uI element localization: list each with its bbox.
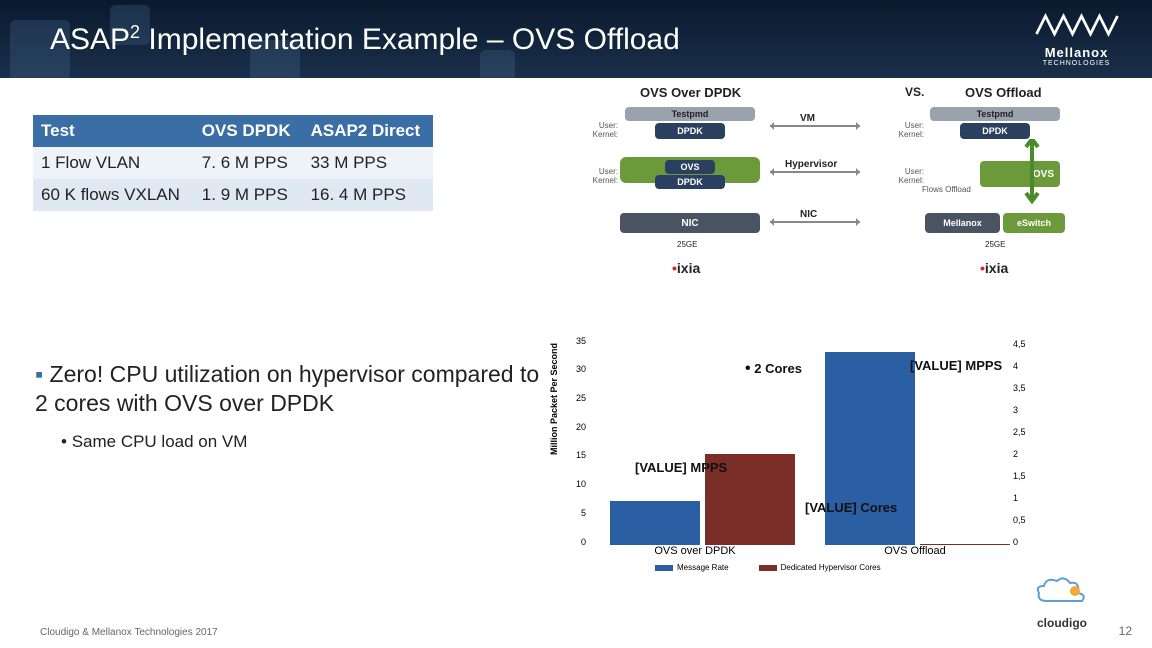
chart-ylabel: Million Packet Per Second [549,343,559,455]
architecture-diagram: OVS Over DPDK VS. OVS Offload Testpmd DP… [560,85,1080,325]
ixia-logo-left: •ixia [672,260,700,276]
diag-right-title: OVS Offload [965,85,1042,100]
bar-msg-rate-offload [825,352,915,545]
legend-item: Dedicated Hypervisor Cores [759,563,881,572]
logo-subtext: TECHNOLOGIES [1019,60,1134,67]
table-row: 1 Flow VLAN 7. 6 M PPS 33 M PPS [33,147,433,179]
diag-left-title: OVS Over DPDK [640,85,741,100]
lbl-vm: VM [800,113,815,124]
ixia-logo-right: •ixia [980,260,1008,276]
box-dpdk-r: DPDK [960,123,1030,139]
lbl-user3: User:Kernel: [882,121,924,139]
box-eswitch: eSwitch [1003,213,1065,233]
logo-text: Mellanox [1019,45,1134,60]
chart-cat-1: OVS over DPDK [620,545,770,557]
title-bar: ASAP2 Implementation Example – OVS Offlo… [0,0,1152,78]
page-number: 12 [1119,624,1132,638]
diag-vs: VS. [905,85,924,99]
lbl-nic: NIC [800,209,817,220]
bullet-main: Zero! CPU utilization on hypervisor comp… [35,360,555,418]
box-dpdk2: DPDK [655,175,725,189]
page-title: ASAP2 Implementation Example – OVS Offlo… [50,22,680,57]
footer-text: Cloudigo & Mellanox Technologies 2017 [40,627,218,638]
th-test: Test [33,115,194,147]
box-testpmd-r: Testpmd [930,107,1060,121]
arrow-icon [770,221,860,223]
th-asap2: ASAP2 Direct [303,115,433,147]
title-part1: ASAP [50,23,130,56]
box-mellanox: Mellanox [925,213,1000,233]
chart-legend: Message Rate Dedicated Hypervisor Cores [655,563,881,572]
lbl-user4: User:Kernel: [882,167,924,185]
table-row: 60 K flows VXLAN 1. 9 M PPS 16. 4 M PPS [33,179,433,211]
lbl-user2: User:Kernel: [580,167,618,185]
table-header-row: Test OVS DPDK ASAP2 Direct [33,115,433,147]
performance-table: Test OVS DPDK ASAP2 Direct 1 Flow VLAN 7… [33,115,433,211]
mellanox-logo: Mellanox TECHNOLOGIES [1019,10,1134,65]
box-ovs-label: OVS [665,160,715,174]
box-dpdk: DPDK [655,123,725,139]
bullet-block: Zero! CPU utilization on hypervisor comp… [35,360,555,452]
throughput-chart: Million Packet Per Second Number of Dedi… [555,335,1055,585]
bar-msg-rate-dpdk [610,501,700,546]
title-sup: 2 [130,22,140,42]
arrow-icon [770,125,860,127]
chart-cat-2: OVS Offload [840,545,990,557]
ann-value-mpps-r: [VALUE] MPPS [910,358,1002,373]
lbl-25ge-r: 25GE [985,240,1005,249]
cloudigo-text: cloudigo [1032,616,1092,630]
box-testpmd: Testpmd [625,107,755,121]
lbl-25ge-l: 25GE [677,240,697,249]
box-nic: NIC [620,213,760,233]
chart-plot: 0 5 10 15 20 25 30 35 0 0,5 1 1,5 2 2,5 … [590,340,1010,545]
ann-value-mpps-l: [VALUE] MPPS [635,460,727,475]
lbl-hypervisor: Hypervisor [785,159,837,170]
green-arrow-icon [1020,139,1050,213]
arrow-icon [770,171,860,173]
bullet-sub: Same CPU load on VM [61,432,555,452]
cloudigo-logo: cloudigo [1032,571,1092,630]
th-dpdk: OVS DPDK [194,115,303,147]
legend-item: Message Rate [655,563,729,572]
slide: ASAP2 Implementation Example – OVS Offlo… [0,0,1152,648]
lbl-flows: Flows Offload [922,185,971,194]
title-part2: Implementation Example – OVS Offload [140,23,680,56]
ann-2cores: • 2 Cores [745,360,802,378]
lbl-user1: User:Kernel: [580,121,618,139]
ann-value-cores-r: [VALUE] Cores [805,500,897,515]
